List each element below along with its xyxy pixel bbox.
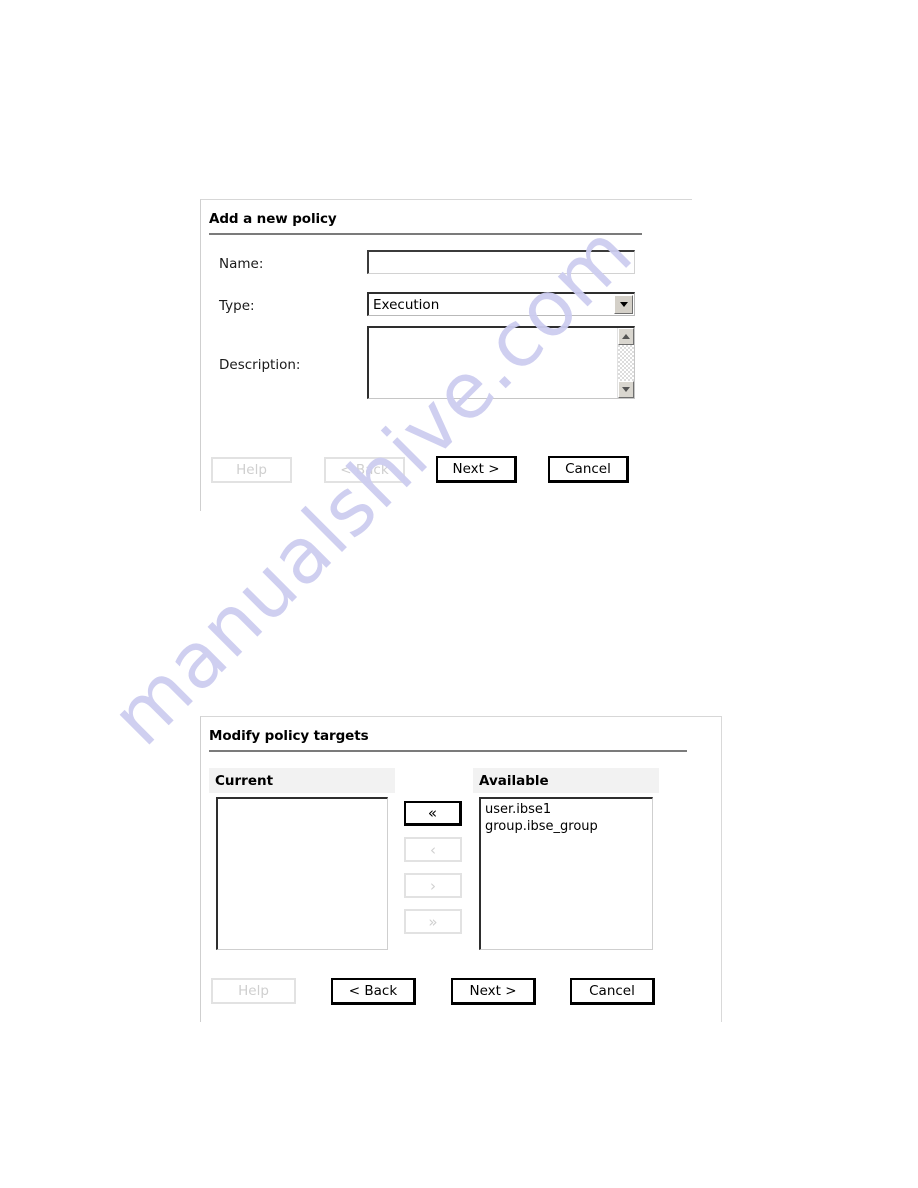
cancel-button[interactable]: Cancel [548,456,629,483]
help-button[interactable]: Help [211,457,292,483]
description-textarea-wrapper[interactable] [367,326,635,399]
add-policy-panel: Add a new policy Name: Type: Execution D… [200,199,692,511]
list-item[interactable]: user.ibse1 [485,801,648,818]
next-button[interactable]: Next > [436,456,517,483]
available-listbox[interactable]: user.ibse1 group.ibse_group [479,797,653,950]
help-button[interactable]: Help [211,978,296,1004]
add-policy-title: Add a new policy [209,211,337,227]
add-one-button[interactable]: ‹ [404,837,462,862]
next-button[interactable]: Next > [451,978,536,1005]
current-column-header: Current [209,768,395,793]
chevron-down-icon[interactable] [614,295,633,314]
remove-all-button[interactable]: » [404,909,462,934]
list-item[interactable]: group.ibse_group [485,818,648,835]
add-policy-title-rule [209,233,642,235]
type-select[interactable]: Execution [367,292,635,316]
back-button[interactable]: < Back [324,457,405,483]
back-button[interactable]: < Back [331,978,416,1005]
description-label: Description: [219,357,301,373]
scroll-up-icon[interactable] [618,328,634,345]
type-label: Type: [219,298,255,314]
modify-targets-title-rule [209,750,687,752]
type-select-value: Execution [373,296,440,313]
cancel-button[interactable]: Cancel [570,978,655,1005]
description-scrollbar[interactable] [617,328,634,398]
modify-targets-title: Modify policy targets [209,728,369,744]
add-all-button[interactable]: « [404,801,462,826]
scroll-down-icon[interactable] [618,381,634,398]
modify-targets-panel: Modify policy targets Current Available … [200,716,722,1022]
remove-one-button[interactable]: › [404,873,462,898]
scrollbar-track[interactable] [618,345,634,381]
name-label: Name: [219,256,264,272]
description-input[interactable] [369,328,617,398]
current-listbox[interactable] [216,797,388,950]
available-column-header: Available [473,768,659,793]
name-input[interactable] [367,250,635,274]
